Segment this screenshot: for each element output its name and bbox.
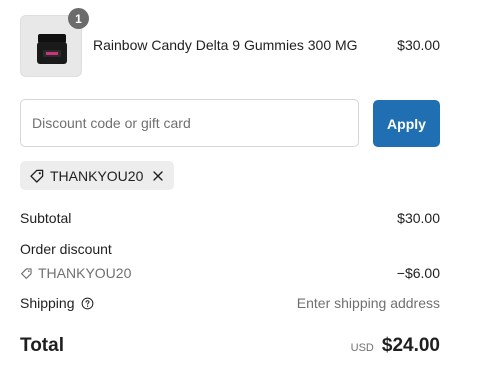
applied-discount-code: THANKYOU20	[50, 167, 144, 184]
tag-icon	[30, 169, 44, 183]
applied-discount-chip: THANKYOU20	[20, 161, 175, 190]
order-discount-label: Order discount	[20, 241, 112, 257]
subtotal-row: Subtotal $30.00	[20, 210, 440, 226]
help-circle-icon[interactable]	[81, 297, 94, 310]
shipping-row: Shipping Enter shipping address	[20, 295, 440, 311]
order-discount-value: −$6.00	[396, 265, 440, 281]
order-discount-row: Order discount	[20, 241, 440, 257]
shipping-label-group: Shipping	[20, 295, 94, 311]
total-amount: $24.00	[381, 335, 440, 356]
subtotal-label: Subtotal	[20, 210, 72, 226]
gummies-jar-icon	[37, 34, 67, 64]
quantity-badge: 1	[68, 8, 89, 29]
product-thumbnail: 1	[20, 8, 89, 77]
order-discount-code: THANKYOU20	[20, 265, 131, 281]
line-item: 1 Rainbow Candy Delta 9 Gummies 300 MG $…	[20, 8, 440, 77]
tag-icon	[21, 267, 32, 279]
discount-code-input[interactable]	[20, 99, 359, 147]
total-label: Total	[20, 335, 64, 356]
remove-discount-icon[interactable]	[152, 170, 164, 182]
shipping-value: Enter shipping address	[296, 295, 440, 311]
product-price: $30.00	[397, 37, 440, 53]
total-value-group: USD $24.00	[351, 335, 440, 357]
apply-discount-button[interactable]: Apply	[373, 100, 440, 147]
shipping-label: Shipping	[20, 295, 75, 311]
order-discount-code-text: THANKYOU20	[38, 265, 132, 281]
product-name: Rainbow Candy Delta 9 Gummies 300 MG	[93, 37, 358, 53]
total-row: Total USD $24.00	[20, 335, 440, 357]
subtotal-value: $30.00	[397, 210, 440, 226]
order-discount-detail-row: THANKYOU20 −$6.00	[20, 265, 440, 281]
currency-code: USD	[350, 342, 374, 354]
